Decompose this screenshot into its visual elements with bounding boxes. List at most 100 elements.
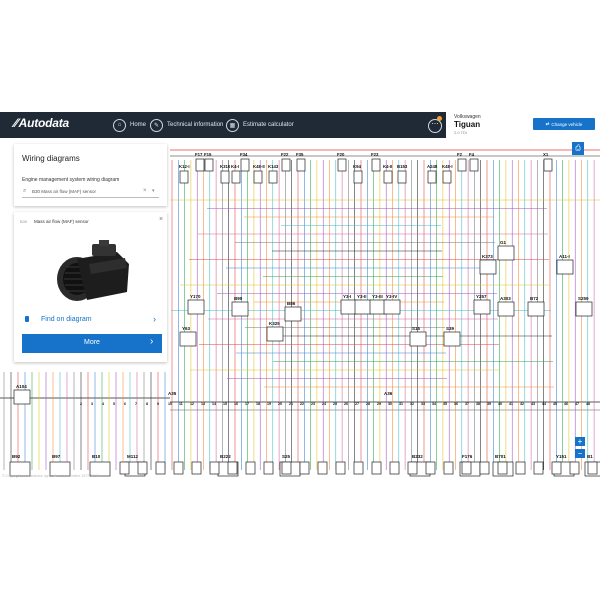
print-icon[interactable]: ⎙	[572, 142, 584, 155]
diagram-label: 26	[344, 402, 348, 406]
component-box[interactable]	[353, 170, 363, 184]
find-on-diagram-link[interactable]: Find on diagram ›	[22, 313, 162, 327]
zoom-out-button[interactable]: −	[575, 449, 585, 458]
component-box[interactable]	[543, 158, 553, 172]
component-box[interactable]	[389, 461, 400, 475]
diagram-subtitle: Engine management system wiring diagram	[22, 177, 120, 183]
component-box[interactable]	[245, 461, 256, 475]
component-box[interactable]	[527, 301, 545, 317]
zoom-in-button[interactable]: +	[575, 437, 585, 446]
component-box[interactable]	[268, 170, 278, 184]
component-box[interactable]	[340, 299, 358, 315]
component-box[interactable]	[533, 461, 544, 475]
component-box[interactable]	[231, 301, 249, 317]
component-box[interactable]	[383, 170, 393, 184]
component-box[interactable]	[556, 259, 574, 275]
more-button[interactable]: More ›	[22, 334, 162, 353]
component-box[interactable]	[220, 170, 230, 184]
component-box[interactable]	[337, 158, 347, 172]
component-box[interactable]	[253, 170, 263, 184]
component-box[interactable]	[397, 170, 407, 184]
component-box[interactable]	[296, 158, 306, 172]
component-box[interactable]	[266, 326, 284, 342]
component-box[interactable]	[119, 461, 130, 475]
component-box[interactable]	[195, 158, 205, 172]
nav-technical-information[interactable]: ✎ Technical information	[150, 112, 223, 138]
component-box[interactable]	[575, 301, 593, 317]
component-box[interactable]	[284, 306, 302, 322]
component-box[interactable]	[299, 461, 310, 475]
component-box[interactable]	[231, 170, 241, 184]
component-box[interactable]	[353, 461, 364, 475]
component-box[interactable]	[155, 461, 166, 475]
chevron-down-icon[interactable]: ▾	[152, 188, 155, 194]
component-box[interactable]	[187, 299, 205, 315]
component-box[interactable]	[497, 245, 515, 261]
diagram-label: 22	[300, 402, 304, 406]
diagram-label: 29	[377, 402, 381, 406]
autodata-logo[interactable]: ⁄⁄Autodata	[14, 116, 69, 130]
component-box[interactable]	[335, 461, 346, 475]
component-box[interactable]	[461, 461, 472, 475]
component-box[interactable]	[204, 158, 214, 172]
diagram-label: K94	[353, 164, 361, 169]
vehicle-engine: 2.0 TDI	[454, 130, 468, 135]
component-box[interactable]	[409, 331, 427, 347]
component-box[interactable]	[137, 461, 148, 475]
component-box[interactable]	[497, 461, 508, 475]
diagram-label: B86	[287, 301, 296, 306]
component-box[interactable]	[354, 299, 372, 315]
component-box[interactable]	[371, 158, 381, 172]
diagram-label: B153	[397, 164, 408, 169]
component-search-input[interactable]: ⌕ B30 Mass air flow (MAF) sensor × ▾	[22, 186, 159, 198]
component-box[interactable]	[479, 259, 497, 275]
maf-sensor-image	[57, 240, 129, 301]
component-box[interactable]	[497, 301, 515, 317]
component-box[interactable]	[443, 461, 454, 475]
component-box[interactable]	[442, 170, 452, 184]
component-box[interactable]	[427, 170, 437, 184]
component-box[interactable]	[179, 170, 189, 184]
component-box[interactable]	[281, 158, 291, 172]
nav-estimate-calculator[interactable]: ▦ Estimate calculator	[226, 112, 294, 138]
diagram-label: S259	[578, 296, 589, 301]
diagram-label: 2	[80, 402, 82, 406]
change-vehicle-button[interactable]: ⇄ Change vehicle	[533, 118, 595, 130]
component-box[interactable]	[479, 461, 490, 475]
diagram-label: K4-I	[231, 164, 239, 169]
component-box[interactable]	[281, 461, 292, 475]
component-box[interactable]	[317, 461, 328, 475]
component-box[interactable]	[407, 461, 418, 475]
diagram-label: F20	[337, 152, 345, 157]
component-box[interactable]	[191, 461, 202, 475]
diagram-label: F35	[296, 152, 304, 157]
diagram-label: K48-II	[253, 164, 265, 169]
component-box[interactable]	[587, 461, 598, 475]
component-box[interactable]	[173, 461, 184, 475]
diagram-label: 44	[542, 402, 546, 406]
component-box[interactable]	[209, 461, 220, 475]
component-box[interactable]	[457, 158, 467, 172]
component-box[interactable]	[371, 461, 382, 475]
component-box[interactable]	[383, 299, 401, 315]
component-box[interactable]	[473, 299, 491, 315]
nav-home[interactable]: ⌂ Home	[113, 112, 146, 138]
component-box[interactable]	[369, 299, 387, 315]
more-dots-icon[interactable]: ⋯	[428, 119, 442, 133]
component-box[interactable]	[443, 331, 461, 347]
component-box[interactable]	[227, 461, 238, 475]
component-box[interactable]	[469, 158, 479, 172]
diagram-label: B90	[234, 296, 243, 301]
vehicle-model: Tiguan	[454, 120, 481, 129]
component-box[interactable]	[569, 461, 580, 475]
component-box[interactable]	[551, 461, 562, 475]
component-box[interactable]	[13, 389, 31, 405]
clear-icon[interactable]: ×	[143, 188, 147, 194]
component-box[interactable]	[179, 331, 197, 347]
component-box[interactable]	[263, 461, 274, 475]
close-icon[interactable]: ×	[159, 216, 163, 223]
component-box[interactable]	[240, 158, 250, 172]
component-box[interactable]	[425, 461, 436, 475]
diagram-label: S25	[282, 454, 291, 459]
component-box[interactable]	[515, 461, 526, 475]
